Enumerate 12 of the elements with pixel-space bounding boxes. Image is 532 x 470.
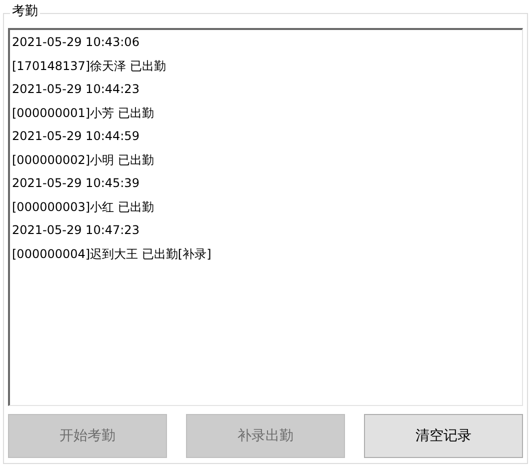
log-line: 2021-05-29 10:44:23 (12, 81, 140, 98)
log-line: [170148137]徐天泽 已出勤 (12, 58, 166, 74)
action-button[interactable]: 清空记录 (364, 414, 523, 458)
log-line: 2021-05-29 10:44:59 (12, 128, 140, 145)
log-line: 2021-05-29 10:47:23 (12, 222, 140, 239)
log-line: 2021-05-29 10:45:39 (12, 175, 140, 192)
log-line: [000000003]小红 已出勤 (12, 198, 154, 216)
log-line: 2021-05-29 10:43:06 (12, 34, 140, 51)
log-textarea[interactable]: 2021-05-29 10:43:06 [170148137]徐天泽 已出勤 2021-05-29 10:44:23 [000000001]小芳 已出勤 2021-05-29 10:44:59 [000000002]小明 已出勤 2021-05-29 10:45:39 [000000003]小红 已出勤 2021-05-29 10:47:23 [000000004]迟到大王 已出勤[补录] (8, 28, 523, 406)
log-line: [000000001]小芳 已出勤 (12, 104, 154, 122)
log-line: [000000004]迟到大王 已出勤[补录] (12, 246, 212, 262)
log-line: [000000002]小明 已出勤 (12, 152, 154, 168)
